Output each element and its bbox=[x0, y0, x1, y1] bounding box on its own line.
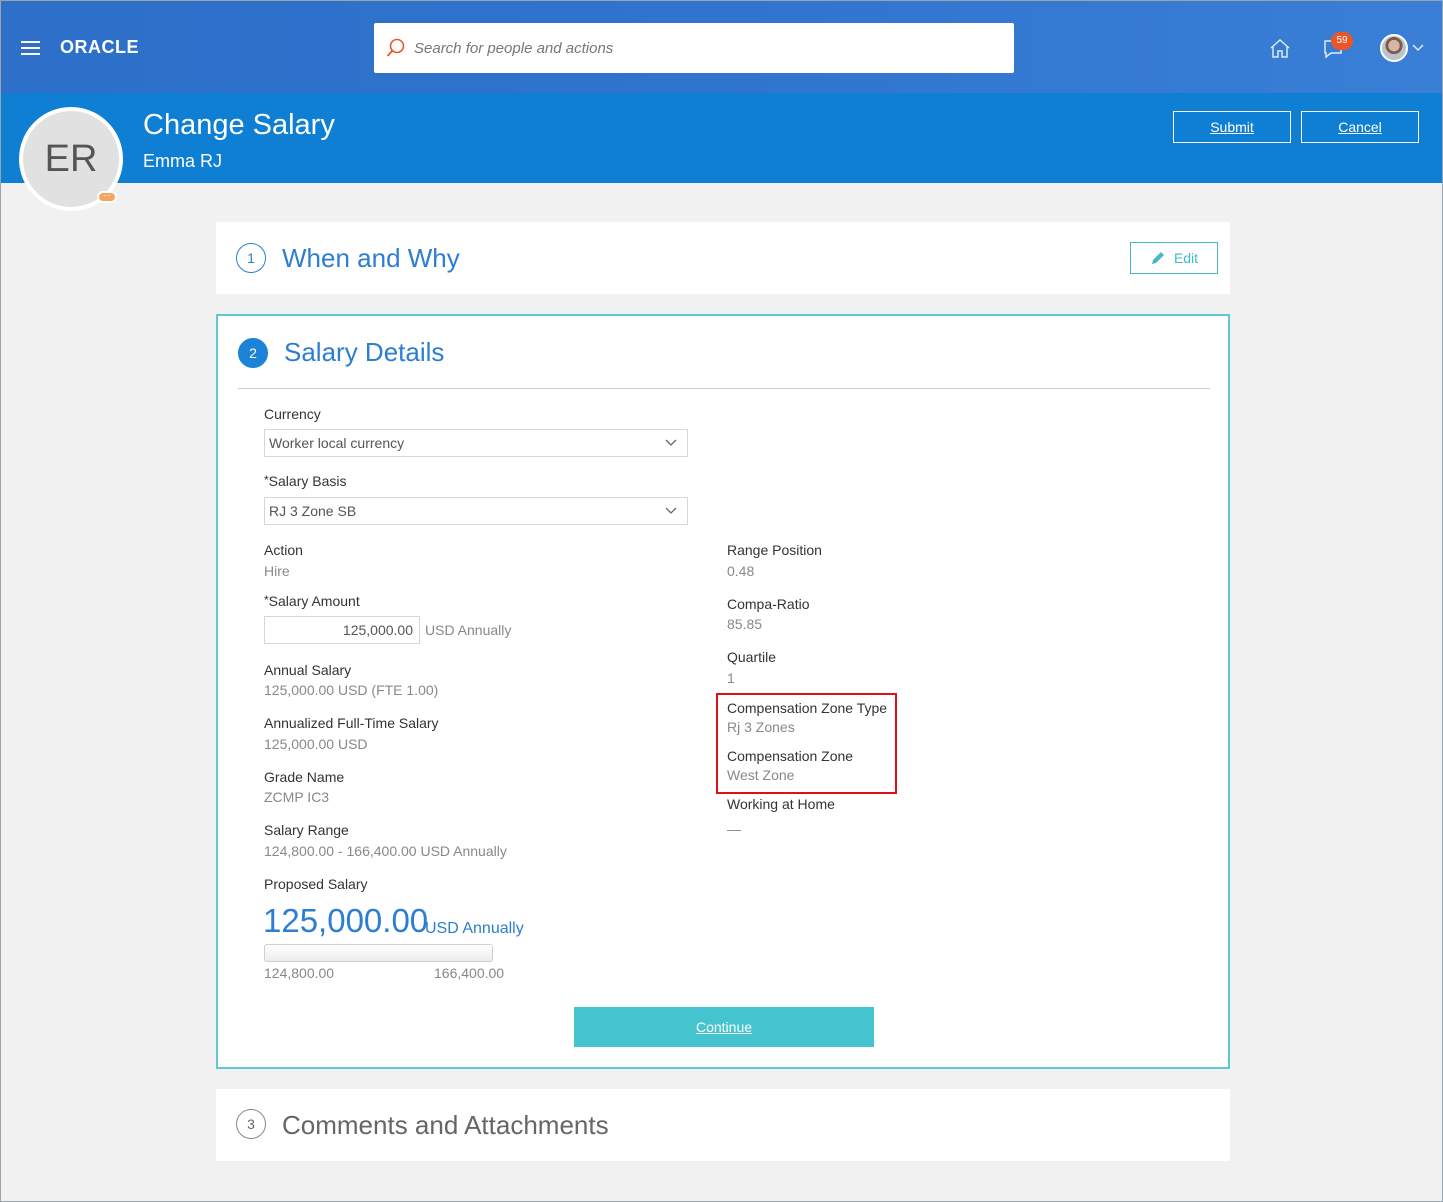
submit-label: Submit bbox=[1210, 119, 1254, 135]
annual-salary-value: 125,000.00 USD (FTE 1.00) bbox=[264, 682, 439, 698]
step-number-2: 2 bbox=[238, 338, 268, 368]
working-at-home-value: — bbox=[727, 821, 741, 837]
grade-name-value: ZCMP IC3 bbox=[264, 789, 330, 805]
chevron-down-icon[interactable] bbox=[1412, 43, 1424, 53]
salary-basis-value: RJ 3 Zone SB bbox=[269, 503, 357, 519]
home-icon[interactable] bbox=[1268, 37, 1292, 59]
salary-amount-label-text: Salary Amount bbox=[268, 593, 360, 609]
step-number-3: 3 bbox=[236, 1109, 266, 1139]
salary-amount-unit: USD Annually bbox=[425, 622, 512, 638]
salary-basis-label-text: Salary Basis bbox=[268, 473, 347, 489]
search-input[interactable] bbox=[414, 39, 974, 57]
section-when-and-why: 1 When and Why Edit bbox=[216, 222, 1230, 294]
search-icon bbox=[386, 38, 405, 57]
edit-button[interactable]: Edit bbox=[1130, 242, 1218, 274]
currency-select[interactable]: Worker local currency bbox=[264, 429, 688, 457]
compensation-zone-value: West Zone bbox=[727, 767, 795, 783]
step-number-1: 1 bbox=[236, 243, 266, 273]
cancel-button[interactable]: Cancel bbox=[1301, 111, 1419, 143]
quartile-label: Quartile bbox=[727, 649, 777, 665]
action-value: Hire bbox=[264, 563, 290, 579]
menu-icon[interactable] bbox=[21, 41, 40, 55]
working-at-home-label: Working at Home bbox=[727, 796, 835, 812]
oracle-logo[interactable]: ORACLE bbox=[60, 37, 139, 58]
salary-range-label: Salary Range bbox=[264, 822, 349, 838]
range-position-value: 0.48 bbox=[727, 563, 755, 579]
page-title: Change Salary bbox=[143, 109, 335, 141]
annualized-salary-value: 125,000.00 USD bbox=[264, 736, 368, 752]
compa-ratio-value: 85.85 bbox=[727, 616, 763, 632]
section-title-when-and-why[interactable]: When and Why bbox=[282, 243, 460, 274]
section-title-salary-details: Salary Details bbox=[284, 337, 445, 367]
annual-salary-label: Annual Salary bbox=[264, 662, 352, 678]
employee-name: Emma RJ bbox=[143, 151, 223, 171]
proposed-salary-value: 125,000.00 bbox=[263, 902, 429, 939]
salary-amount-input[interactable] bbox=[264, 616, 420, 644]
chevron-down-icon bbox=[665, 507, 677, 514]
section-divider bbox=[238, 388, 1210, 389]
search-bar[interactable] bbox=[374, 23, 1014, 73]
section-title-comments: Comments and Attachments bbox=[282, 1110, 609, 1140]
grade-name-label: Grade Name bbox=[264, 769, 345, 785]
cancel-label: Cancel bbox=[1338, 119, 1382, 135]
compa-ratio-label: Compa-Ratio bbox=[727, 596, 810, 612]
salary-range-bar bbox=[264, 944, 493, 962]
currency-label: Currency bbox=[264, 406, 321, 422]
notification-badge: 59 bbox=[1331, 32, 1353, 50]
range-position-label: Range Position bbox=[727, 542, 822, 558]
pencil-icon bbox=[1151, 252, 1164, 264]
compensation-zone-label: Compensation Zone bbox=[727, 748, 854, 764]
range-min-value: 124,800.00 bbox=[264, 965, 335, 981]
section-salary-details: 2 Salary Details Currency Worker local c… bbox=[216, 314, 1230, 1069]
status-badge: ··· bbox=[97, 191, 117, 203]
submit-button[interactable]: Submit bbox=[1173, 111, 1291, 143]
proposed-salary-label: Proposed Salary bbox=[264, 876, 368, 892]
currency-value: Worker local currency bbox=[269, 435, 405, 451]
section-comments-and-attachments: 3 Comments and Attachments bbox=[216, 1089, 1230, 1161]
salary-basis-label: *Salary Basis bbox=[264, 473, 347, 489]
range-max-value: 166,400.00 bbox=[434, 965, 505, 981]
compensation-zone-type-label: Compensation Zone Type bbox=[727, 700, 888, 716]
edit-label: Edit bbox=[1173, 250, 1199, 266]
salary-range-value: 124,800.00 - 166,400.00 USD Annually bbox=[264, 843, 507, 859]
salary-amount-label: *Salary Amount bbox=[264, 593, 360, 609]
compensation-zone-type-value: Rj 3 Zones bbox=[727, 719, 795, 735]
action-label: Action bbox=[264, 542, 303, 558]
title-band: Change Salary Emma RJ Submit Cancel bbox=[1, 93, 1442, 183]
chevron-down-icon bbox=[665, 439, 677, 446]
salary-basis-select[interactable]: RJ 3 Zone SB bbox=[264, 497, 688, 525]
continue-label: Continue bbox=[695, 1019, 753, 1035]
user-avatar[interactable] bbox=[1380, 34, 1408, 62]
proposed-salary-unit: USD Annually bbox=[425, 920, 524, 937]
quartile-value: 1 bbox=[727, 670, 735, 686]
continue-button[interactable]: Continue bbox=[574, 1007, 874, 1047]
top-header: ORACLE 59 bbox=[1, 1, 1442, 93]
annualized-salary-label: Annualized Full-Time Salary bbox=[264, 715, 439, 731]
